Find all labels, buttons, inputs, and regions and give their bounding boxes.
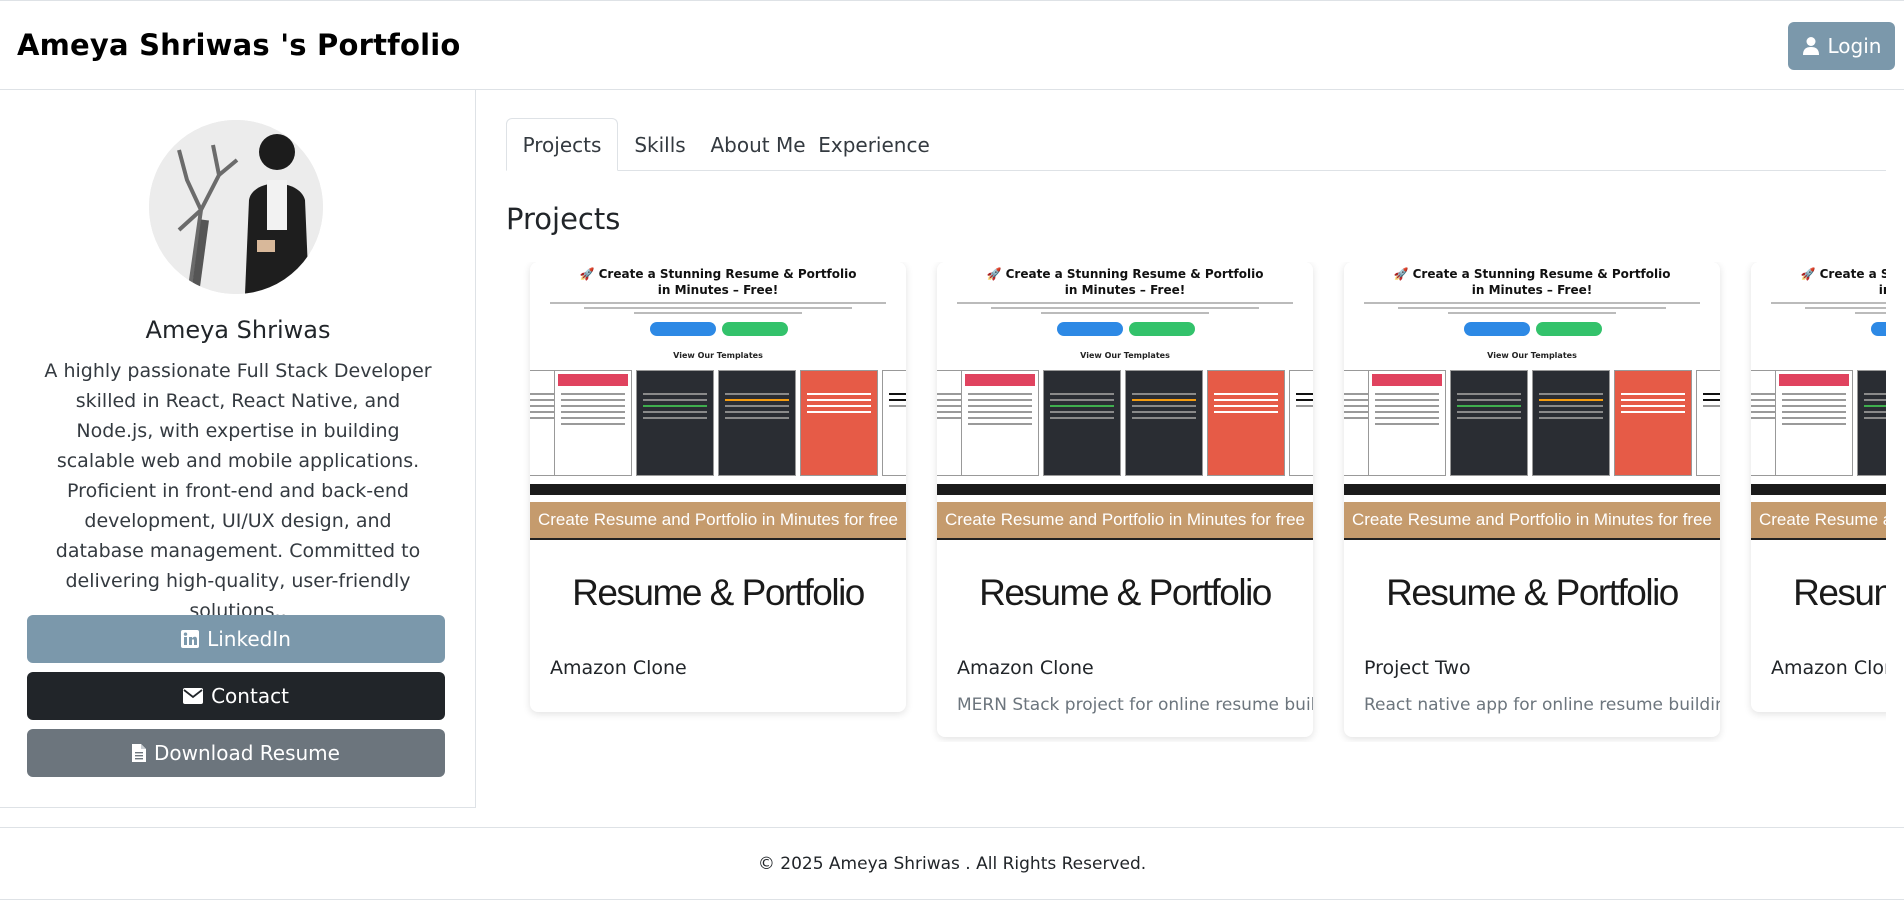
project-title: Project Two — [1364, 657, 1471, 679]
login-label: Login — [1827, 34, 1882, 58]
projects-carousel[interactable]: 🚀 Create a Stunning Resume & Portfolio in… — [506, 262, 1886, 742]
section-tabs: Projects Skills About Me Experience — [506, 118, 1886, 171]
tab-experience[interactable]: Experience — [814, 118, 934, 171]
page-footer: © 2025 Ameya Shriwas . All Rights Reserv… — [0, 827, 1904, 900]
linkedin-label: LinkedIn — [207, 627, 291, 651]
section-title: Projects — [506, 202, 621, 236]
screenshot-heading: 🚀 Create a Stunning Resume & Portfolioin… — [1393, 267, 1671, 297]
project-banner: Create Resume and Portfolio in Minutes f… — [1751, 502, 1886, 540]
project-screenshot: 🚀 Create a Stunning Resume & Portfolioin… — [530, 262, 906, 542]
user-icon — [1802, 37, 1819, 55]
contact-label: Contact — [211, 684, 289, 708]
project-screenshot: 🚀 Create a Stunning Resume & Portfolioin… — [1344, 262, 1720, 542]
profile-name: Ameya Shriwas — [145, 316, 331, 344]
project-card[interactable]: 🚀 Create a Stunning Resume & Portfolioin… — [937, 262, 1313, 737]
file-icon — [132, 744, 147, 762]
linkedin-icon — [181, 630, 200, 648]
screenshot-heading: 🚀 Create a Stunning Resume & Portfolioin… — [986, 267, 1264, 297]
top-navbar: Ameya Shriwas 's Portfolio Login — [0, 0, 1904, 90]
project-wordmark: Resume & Portfolio — [572, 572, 865, 613]
screenshot-heading: 🚀 Create a Stunning Resume & Portfolioin… — [579, 267, 857, 297]
envelope-icon — [183, 688, 204, 704]
tab-about-me[interactable]: About Me — [702, 118, 814, 171]
project-banner: Create Resume and Portfolio in Minutes f… — [937, 502, 1313, 540]
project-screenshot: 🚀 Create a Stunning Resume & Portfolioin… — [1751, 262, 1886, 542]
project-card[interactable]: 🚀 Create a Stunning Resume & Portfolioin… — [1344, 262, 1720, 737]
project-banner: Create Resume and Portfolio in Minutes f… — [530, 502, 906, 540]
tab-skills[interactable]: Skills — [618, 118, 702, 171]
project-description: MERN Stack project for online resume bui… — [957, 695, 1313, 715]
project-wordmark: Resume & Portfolio — [1793, 572, 1886, 613]
profile-bio: A highly passionate Full Stack Developer… — [44, 360, 432, 622]
download-resume-button[interactable]: Download Resume — [27, 729, 445, 777]
contact-button[interactable]: Contact — [27, 672, 445, 720]
project-wordmark: Resume & Portfolio — [979, 572, 1272, 613]
project-title: Amazon Clone — [550, 657, 687, 679]
project-screenshot: 🚀 Create a Stunning Resume & Portfolioin… — [937, 262, 1313, 542]
project-title: Amazon Clone — [1771, 657, 1886, 679]
avatar — [149, 120, 323, 294]
project-card[interactable]: 🚀 Create a Stunning Resume & Portfolioin… — [1751, 262, 1886, 712]
project-title: Amazon Clone — [957, 657, 1094, 679]
linkedin-button[interactable]: LinkedIn — [27, 615, 445, 663]
project-card[interactable]: 🚀 Create a Stunning Resume & Portfolioin… — [530, 262, 906, 712]
project-description: React native app for online resume build… — [1364, 695, 1720, 715]
project-banner: Create Resume and Portfolio in Minutes f… — [1344, 502, 1720, 540]
project-wordmark: Resume & Portfolio — [1386, 572, 1679, 613]
brand-title[interactable]: Ameya Shriwas 's Portfolio — [17, 28, 461, 62]
copyright-text: © 2025 Ameya Shriwas . All Rights Reserv… — [757, 854, 1147, 874]
download-resume-label: Download Resume — [154, 741, 340, 765]
login-button[interactable]: Login — [1788, 22, 1895, 70]
profile-sidebar: Ameya Shriwas A highly passionate Full S… — [0, 90, 476, 808]
tab-projects[interactable]: Projects — [506, 118, 618, 171]
screenshot-heading: 🚀 Create a Stunning Resume & Portfolioin… — [1800, 267, 1887, 297]
